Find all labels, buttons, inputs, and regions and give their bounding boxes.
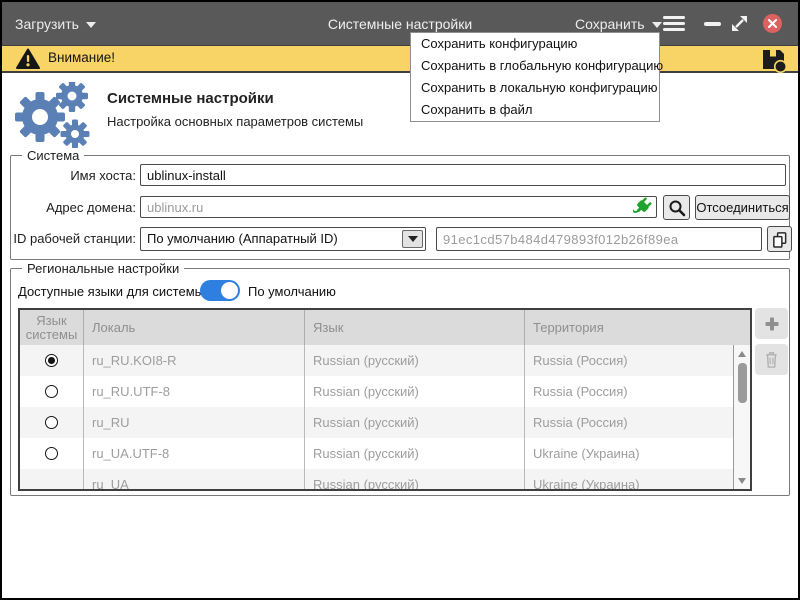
table-scrollbar[interactable] [733,345,750,489]
maximize-button[interactable] [730,14,749,33]
cell-locale: ru_RU.UTF-8 [84,376,305,407]
disconnect-button[interactable]: Отсоединиться [695,195,790,220]
scrollbar-thumb[interactable] [738,363,747,403]
header-language: Язык [305,310,525,345]
table-row[interactable]: ru_RU Russian (русский) Russia (Россия) [20,407,750,438]
cell-locale: ru_UA.UTF-8 [84,438,305,469]
hostname-input[interactable] [140,164,786,186]
select-arrow [402,230,423,248]
menu-item-save-local-config[interactable]: Сохранить в локальную конфигурацию [411,77,659,99]
gears-icon [10,82,102,148]
table-row[interactable]: ru_RU.UTF-8 Russian (русский) Russia (Ро… [20,376,750,407]
table-header: Язык системы Локаль Язык Территория [20,310,750,345]
row-radio[interactable] [45,447,58,460]
save-menu-label: Сохранить [575,16,645,32]
chevron-down-icon [408,236,418,242]
chevron-down-icon [86,22,96,28]
cell-locale: ru_RU [84,407,305,438]
locales-table: Язык системы Локаль Язык Территория ru_R… [18,308,752,491]
warning-icon [16,48,40,70]
row-radio[interactable] [45,385,58,398]
warning-bar [2,45,798,73]
cell-language: Russian (русский) [305,469,525,491]
chevron-down-icon [652,22,662,28]
save-dropdown-menu: Сохранить конфигурацию Сохранить в глоба… [410,32,660,122]
cell-locale: ru_UA [84,469,305,491]
close-icon [768,19,777,28]
hostname-label: Имя хоста: [10,168,136,183]
system-settings-window: Системные настройки Загрузить Сохранить [0,0,800,600]
available-languages-label: Доступные языки для системы: [18,284,208,299]
domain-input[interactable] [140,196,657,218]
cell-language: Russian (русский) [305,438,525,469]
table-row[interactable]: ru_RU.KOI8-R Russian (русский) Russia (Р… [20,345,750,376]
toggle-knob [221,282,238,299]
header-locale: Локаль [84,310,305,345]
header-territory: Территория [525,310,750,345]
table-row[interactable]: ru_UA Russian (русский) Ukraine (Украина… [20,469,750,491]
minimize-button[interactable] [704,22,721,26]
cell-locale: ru_RU.KOI8-R [84,345,305,376]
page-subtitle: Настройка основных параметров системы [107,114,363,129]
page-title: Системные настройки [107,90,274,107]
add-locale-button[interactable] [755,308,788,339]
toggle-state-label: По умолчанию [248,284,336,299]
languages-toggle[interactable] [200,280,240,301]
cell-territory: Russia (Россия) [525,407,750,438]
diagonal-arrows-icon [730,14,749,33]
system-group-legend: Система [22,148,84,163]
cell-language: Russian (русский) [305,376,525,407]
menu-item-save-to-file[interactable]: Сохранить в файл [411,99,659,121]
plus-icon [764,316,780,332]
workstation-id-label: ID рабочей станции: [10,231,136,246]
row-radio[interactable] [45,416,58,429]
titlebar: Системные настройки Загрузить Сохранить [2,2,798,45]
cell-language: Russian (русский) [305,407,525,438]
cell-territory: Ukraine (Украина) [525,438,750,469]
cell-territory: Russia (Россия) [525,376,750,407]
scroll-up-arrow[interactable] [738,351,746,357]
warning-text: Внимание! [48,50,115,65]
load-menu-label: Загрузить [15,16,79,32]
search-icon [668,199,686,217]
workstation-id-value[interactable] [436,227,762,251]
load-menu-button[interactable]: Загрузить [15,2,96,45]
menu-item-save-global-config[interactable]: Сохранить в глобальную конфигурацию [411,55,659,77]
cell-language: Russian (русский) [305,345,525,376]
trash-icon [763,350,780,369]
row-radio-selected[interactable] [45,354,58,367]
table-row[interactable]: ru_UA.UTF-8 Russian (русский) Ukraine (У… [20,438,750,469]
copy-icon [771,230,788,248]
regional-group-legend: Региональные настройки [22,261,184,276]
workstation-id-selected-option: По умолчанию (Аппаратный ID) [147,228,338,249]
menu-icon[interactable] [663,16,685,31]
header-system-language: Язык системы [20,310,84,345]
save-config-icon[interactable] [760,46,787,73]
menu-item-save-config[interactable]: Сохранить конфигурацию [411,33,659,55]
scroll-down-arrow[interactable] [738,478,746,484]
workstation-id-select[interactable]: По умолчанию (Аппаратный ID) [140,227,426,251]
search-domain-button[interactable] [663,195,690,220]
domain-label: Адрес домена: [10,200,136,215]
cell-territory: Ukraine (Украина) [525,469,750,491]
delete-locale-button[interactable] [755,344,788,375]
cell-territory: Russia (Россия) [525,345,750,376]
close-button[interactable] [763,14,782,33]
copy-id-button[interactable] [767,226,792,252]
connected-icon [633,197,652,217]
